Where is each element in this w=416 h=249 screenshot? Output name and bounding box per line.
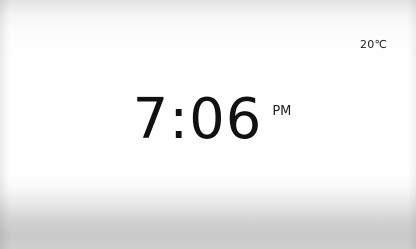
clock-time: 7:06 (132, 87, 263, 152)
temperature-readout: 20℃ (360, 38, 387, 51)
clock-display: 7:06 PM (0, 92, 416, 148)
clock-screen: 20℃ 7:06 PM (0, 0, 416, 249)
clock-period: PM (272, 104, 292, 119)
